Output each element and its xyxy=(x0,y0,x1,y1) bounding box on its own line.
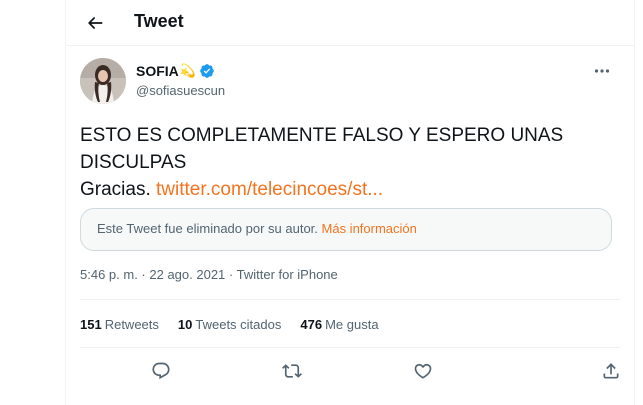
display-name[interactable]: SOFIA xyxy=(136,63,179,79)
deleted-quote-notice: Este Tweet fue eliminado por su autor. M… xyxy=(80,208,612,251)
like-button[interactable] xyxy=(410,358,436,384)
meta-separator: · xyxy=(225,267,237,282)
verified-badge-icon xyxy=(199,63,215,79)
reply-button[interactable] xyxy=(148,358,174,384)
share-button[interactable] xyxy=(598,358,624,384)
likes-count: 476 xyxy=(300,317,323,332)
tweet-text-line-3: Gracias. twitter.com/telecincoes/st... xyxy=(80,176,620,203)
tweet-link[interactable]: twitter.com/telecincoes/st... xyxy=(156,179,383,200)
quotes-count: 10 xyxy=(177,317,193,332)
more-dots-icon xyxy=(594,68,610,74)
tweet-time[interactable]: 5:46 p. m. xyxy=(80,267,138,282)
retweet-button[interactable] xyxy=(279,358,305,384)
right-gutter xyxy=(636,0,643,405)
meta-separator: · xyxy=(137,267,150,282)
likes-stat[interactable]: 476 Me gusta xyxy=(300,317,378,332)
retweets-count: 151 xyxy=(80,317,102,332)
divider xyxy=(80,347,620,348)
quote-tweets-stat[interactable]: 10 Tweets citados xyxy=(178,317,281,332)
tweet-date[interactable]: 22 ago. 2021 xyxy=(149,267,225,282)
back-button[interactable] xyxy=(80,8,110,38)
tweet-stats: 151 Retweets 10 Tweets citados 476 Me gusta xyxy=(80,317,398,332)
reply-icon xyxy=(151,361,171,381)
retweet-icon xyxy=(282,361,302,381)
header: Tweet xyxy=(66,0,635,46)
arrow-left-icon xyxy=(85,13,105,33)
page-title: Tweet xyxy=(134,11,184,31)
like-icon xyxy=(413,361,433,381)
author-name-row[interactable]: SOFIA 💫 xyxy=(136,63,215,79)
more-info-link[interactable]: Más información xyxy=(322,221,417,236)
author-handle[interactable]: @sofiasuescun xyxy=(136,83,225,98)
divider xyxy=(80,299,620,300)
tweet-column: Tweet SOFIA 💫 @sofiasuescun ESTO ES COMP… xyxy=(66,0,635,405)
deleted-notice-text: Este Tweet fue eliminado por su autor. xyxy=(97,221,322,236)
likes-label: Me gusta xyxy=(325,317,379,332)
tweet-text-gracias: Gracias. xyxy=(80,179,157,200)
tweet-source[interactable]: Twitter for iPhone xyxy=(237,267,338,282)
dizzy-emoji: 💫 xyxy=(179,63,196,78)
left-gutter xyxy=(0,0,66,405)
avatar[interactable] xyxy=(80,58,126,104)
tweet-author: SOFIA 💫 @sofiasuescun xyxy=(80,58,620,106)
tweet-actions xyxy=(80,356,620,386)
tweet-text: ESTO ES COMPLETAMENTE FALSO Y ESPERO UNA… xyxy=(80,122,620,203)
share-icon xyxy=(601,361,621,381)
more-options-button[interactable] xyxy=(588,60,616,82)
tweet-text-line-1: ESTO ES COMPLETAMENTE FALSO Y ESPERO UNA… xyxy=(80,125,564,146)
tweet-metadata: 5:46 p. m. · 22 ago. 2021 · Twitter for … xyxy=(80,267,338,282)
quotes-label: Tweets citados xyxy=(195,317,282,332)
retweets-label: Retweets xyxy=(104,317,159,332)
tweet-text-line-2: DISCULPAS xyxy=(80,152,187,173)
retweets-stat[interactable]: 151 Retweets xyxy=(80,317,159,332)
